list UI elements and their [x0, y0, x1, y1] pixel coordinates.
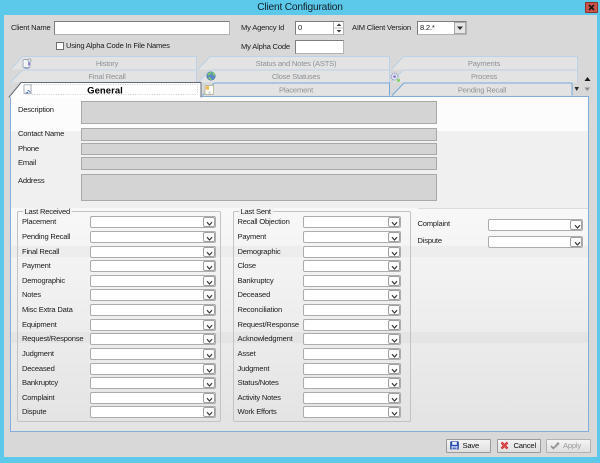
svg-text:Process: Process — [471, 72, 497, 81]
svg-text:General: General — [87, 85, 123, 96]
svg-text:Status and Notes (ASTS): Status and Notes (ASTS) — [256, 59, 337, 68]
svg-text:History: History — [96, 59, 119, 68]
svg-text:Close Statuses: Close Statuses — [272, 72, 321, 81]
svg-text:Placement: Placement — [279, 86, 314, 95]
svg-text:Pending Recall: Pending Recall — [458, 86, 507, 95]
svg-text:Payments: Payments — [468, 59, 501, 68]
